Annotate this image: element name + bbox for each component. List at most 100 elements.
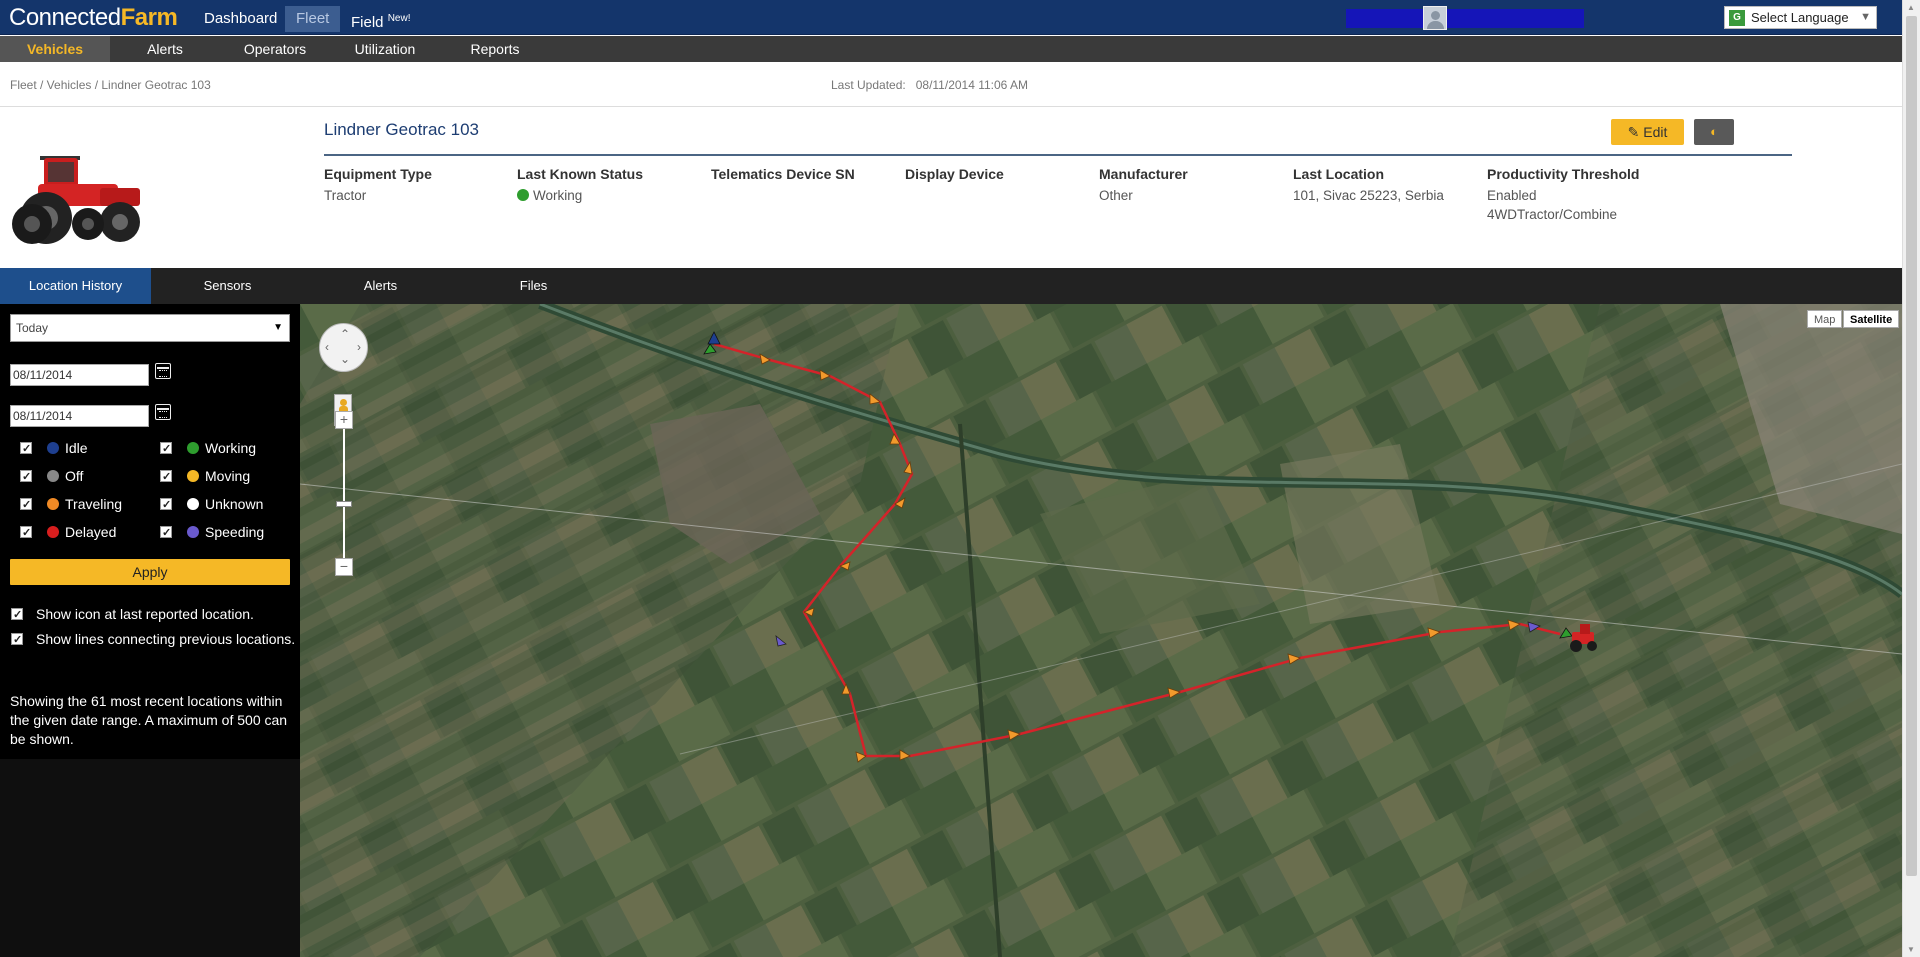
vehicle-title: Lindner Geotrac 103	[324, 120, 479, 139]
breadcrumb-bar: Fleet / Vehicles / Lindner Geotrac 103 L…	[0, 62, 1902, 107]
status-dot-icon	[47, 526, 59, 538]
traveling-arrow-icon	[1007, 729, 1021, 741]
speeding-arrow-icon	[1527, 621, 1541, 633]
checkbox[interactable]	[160, 496, 172, 514]
pan-left-icon[interactable]: ‹	[325, 340, 329, 354]
status-dot-icon	[47, 498, 59, 510]
apply-button[interactable]: Apply	[10, 559, 290, 585]
tractor-last-location-icon	[1570, 624, 1597, 652]
detail-last-location: Last Location 101, Sivac 25223, Serbia	[1293, 166, 1444, 203]
status-dot-icon	[187, 498, 199, 510]
speeding-arrow-icon	[775, 635, 787, 647]
speedometer-icon: ◐	[1710, 124, 1718, 139]
edit-button[interactable]: ✎ Edit	[1611, 119, 1684, 145]
pan-control[interactable]: ⌃ ⌄ ‹ ›	[319, 323, 368, 372]
zoom-out-button[interactable]: −	[335, 558, 353, 576]
language-select[interactable]: G Select Language ▼	[1724, 6, 1877, 29]
detail-equipment-type: Equipment Type Tractor	[324, 166, 432, 203]
traveling-arrow-icon	[1287, 653, 1301, 665]
sub-nav: Vehicles Alerts Operators Utilization Re…	[0, 36, 1902, 62]
status-dot-icon	[187, 526, 199, 538]
tab-files[interactable]: Files	[457, 268, 610, 304]
zoom-slider-handle[interactable]	[336, 501, 352, 507]
chevron-down-icon: ▼	[273, 322, 283, 333]
breadcrumb[interactable]: Fleet / Vehicles / Lindner Geotrac 103	[10, 78, 211, 92]
nav-field[interactable]: Field New!	[340, 0, 421, 35]
map-type-map[interactable]: Map	[1807, 310, 1843, 328]
showing-summary: Showing the 61 most recent locations wit…	[10, 693, 288, 747]
route-overlay	[703, 331, 1597, 763]
working-marker-icon	[703, 343, 717, 355]
checkbox[interactable]	[20, 468, 32, 486]
traveling-arrow-icon	[899, 749, 911, 761]
brand-logo[interactable]: ConnectedFarm	[9, 5, 178, 31]
checkbox[interactable]	[160, 440, 172, 458]
scrollbar-thumb[interactable]	[1906, 16, 1917, 876]
option-show-icon[interactable]: Show icon at last reported location.	[11, 605, 296, 625]
subnav-alerts[interactable]: Alerts	[110, 36, 220, 62]
pan-down-icon[interactable]: ⌄	[340, 352, 350, 366]
status-dot-icon	[47, 470, 59, 482]
status-dot-icon	[47, 442, 59, 454]
user-name-redacted[interactable]	[1346, 9, 1584, 28]
top-nav: ConnectedFarm Dashboard Fleet Field New!…	[0, 0, 1902, 35]
checkbox[interactable]	[20, 496, 32, 514]
traveling-arrow-icon	[819, 369, 831, 381]
detail-display-device: Display Device	[905, 166, 1004, 182]
last-updated: Last Updated: 08/11/2014 11:06 AM	[831, 78, 1029, 92]
subnav-operators[interactable]: Operators	[220, 36, 330, 62]
filter-panel: Today▼ 08/11/2014 08/11/2014 Idle Workin…	[0, 304, 300, 759]
tab-location-history[interactable]: Location History	[0, 268, 151, 304]
map-type-satellite[interactable]: Satellite	[1843, 310, 1900, 328]
traveling-arrow-icon	[1507, 619, 1521, 631]
zoom-in-button[interactable]: +	[335, 411, 353, 429]
traveling-arrow-icon	[1167, 687, 1181, 699]
traveling-arrow-icon	[841, 682, 851, 695]
detail-manufacturer: Manufacturer Other	[1099, 166, 1188, 203]
new-badge: New!	[387, 13, 411, 24]
section-tabs: Location History Sensors Alerts Files	[0, 268, 1902, 304]
subnav-reports[interactable]: Reports	[440, 36, 550, 62]
page-scrollbar[interactable]: ▲ ▼	[1902, 0, 1920, 957]
option-show-lines[interactable]: Show lines connecting previous locations…	[11, 630, 296, 650]
tab-sensors[interactable]: Sensors	[151, 268, 304, 304]
date-to-input[interactable]: 08/11/2014	[10, 405, 149, 427]
status-dot-icon	[187, 442, 199, 454]
checkbox[interactable]	[160, 468, 172, 486]
subnav-vehicles[interactable]: Vehicles	[0, 36, 110, 62]
tractor-image	[12, 156, 140, 244]
nav-fleet[interactable]: Fleet	[285, 6, 341, 32]
scroll-down-icon[interactable]: ▼	[1907, 945, 1915, 954]
traveling-arrow-icon	[869, 393, 881, 405]
chevron-down-icon: ▼	[1860, 11, 1871, 23]
checkbox[interactable]	[160, 524, 172, 542]
nav-dashboard[interactable]: Dashboard	[193, 0, 288, 35]
header-divider	[324, 154, 1792, 156]
dashboard-button[interactable]: ◐	[1694, 119, 1734, 145]
subnav-utilization[interactable]: Utilization	[330, 36, 440, 62]
checkbox[interactable]	[20, 440, 32, 458]
checkbox[interactable]	[11, 631, 23, 650]
traveling-arrow-icon	[759, 353, 771, 365]
pan-up-icon[interactable]: ⌃	[340, 327, 350, 341]
detail-telematics-sn: Telematics Device SN	[711, 166, 855, 182]
calendar-icon[interactable]	[155, 404, 171, 420]
date-range-select[interactable]: Today ▼	[10, 314, 290, 342]
user-avatar[interactable]	[1423, 6, 1447, 30]
checkbox[interactable]	[20, 524, 32, 542]
edit-icon: ✎	[1627, 124, 1640, 140]
status-working-icon	[517, 189, 529, 201]
route-line	[713, 342, 1561, 758]
idle-marker-icon	[707, 331, 721, 345]
scroll-up-icon[interactable]: ▲	[1907, 3, 1915, 12]
date-from-input[interactable]: 08/11/2014	[10, 364, 149, 386]
location-history-map[interactable]: Map Satellite ⌃ ⌄ ‹ › + −	[300, 304, 1902, 957]
pan-right-icon[interactable]: ›	[357, 340, 361, 354]
traveling-arrow-icon	[1427, 627, 1441, 639]
location-history-sidebar: Today▼ 08/11/2014 08/11/2014 Idle Workin…	[0, 304, 300, 957]
tab-alerts[interactable]: Alerts	[304, 268, 457, 304]
calendar-icon[interactable]	[155, 363, 171, 379]
status-dot-icon	[187, 470, 199, 482]
checkbox[interactable]	[11, 606, 23, 625]
language-label: Select Language	[1751, 10, 1849, 25]
